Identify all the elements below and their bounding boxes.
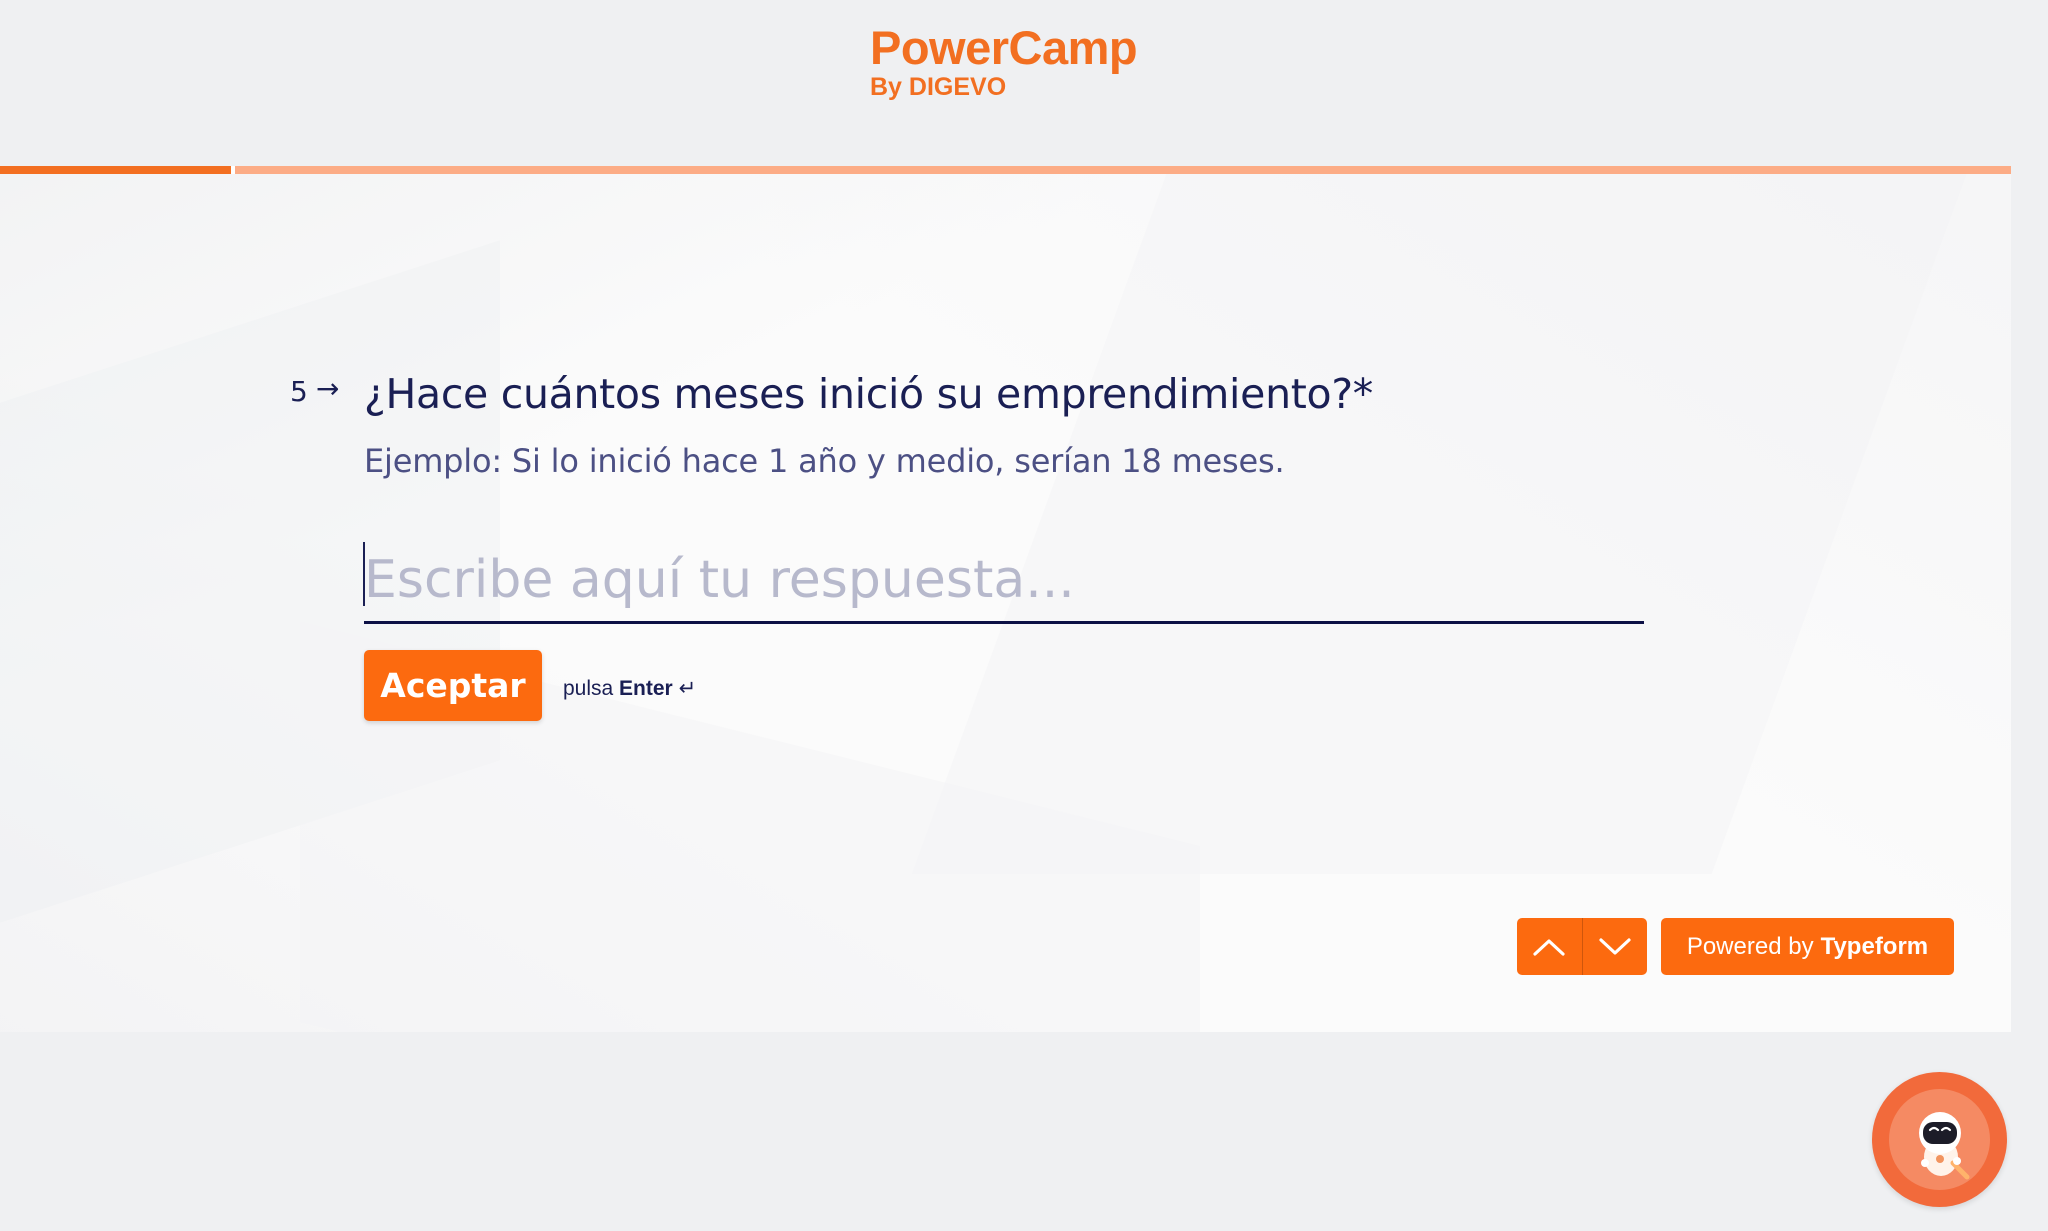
enter-hint: pulsa Enter ↵ xyxy=(563,676,696,701)
question-number: 5 xyxy=(290,375,308,408)
enter-hint-prefix: pulsa xyxy=(563,677,614,700)
text-caret xyxy=(363,542,365,606)
robot-mascot-icon xyxy=(1919,1112,1970,1180)
answer-input[interactable] xyxy=(364,538,1644,624)
progress-bar-divider xyxy=(231,166,235,174)
background-decoration xyxy=(911,174,1989,874)
powered-by-typeform-button[interactable]: Powered by Typeform xyxy=(1661,918,1954,975)
next-question-button[interactable] xyxy=(1583,918,1648,975)
progress-bar-fill xyxy=(0,166,231,174)
question-navigation xyxy=(1517,918,1647,975)
powered-by-label: Powered by xyxy=(1686,932,1814,960)
chat-assistant-button[interactable] xyxy=(1872,1072,2007,1207)
typeform-brand: Typeform xyxy=(1820,932,1929,960)
progress-bar xyxy=(0,166,2011,174)
logo-title: PowerCamp xyxy=(870,21,1138,74)
arrow-right-icon: → xyxy=(316,372,340,405)
question-title: ¿Hace cuántos meses inició su emprendimi… xyxy=(364,370,1373,418)
enter-key-icon: ↵ xyxy=(678,677,697,700)
powercamp-logo: PowerCamp By DIGEVO xyxy=(870,21,1138,101)
chevron-down-icon xyxy=(1599,937,1631,955)
chevron-up-icon xyxy=(1533,938,1565,956)
question-description: Ejemplo: Si lo inició hace 1 año y medio… xyxy=(364,442,1285,480)
accept-button[interactable]: Aceptar xyxy=(364,650,542,721)
enter-hint-key: Enter xyxy=(619,677,673,700)
logo-subtitle: By DIGEVO xyxy=(870,73,1007,101)
chat-assistant-avatar xyxy=(1889,1089,1990,1190)
previous-question-button[interactable] xyxy=(1517,918,1582,975)
